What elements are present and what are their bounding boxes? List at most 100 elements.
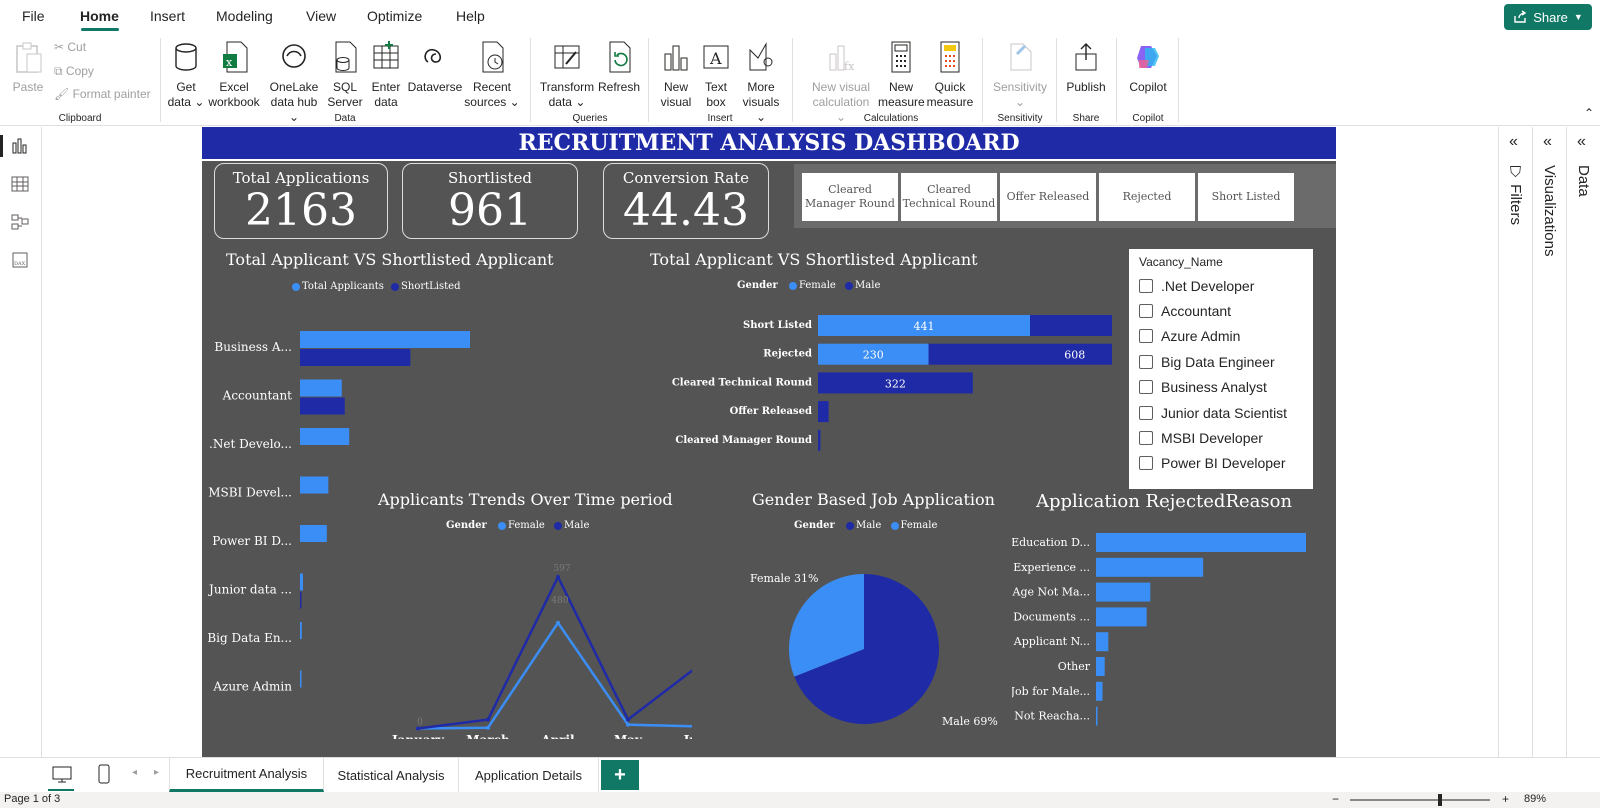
tab-application-details[interactable]: Application Details bbox=[459, 758, 599, 792]
mobile-layout-icon[interactable] bbox=[98, 764, 110, 784]
expand-icon[interactable]: « bbox=[1577, 133, 1586, 151]
vacancy-option[interactable]: MSBI Developer bbox=[1139, 425, 1303, 450]
add-page-button[interactable]: + bbox=[601, 760, 639, 790]
slicer-tile-offer-released[interactable]: Offer Released bbox=[1000, 173, 1096, 221]
chart-rejected-reason[interactable]: Education D... Experience ... Age Not Ma..… bbox=[1012, 525, 1336, 735]
enter-data-label: Enter bbox=[371, 80, 401, 94]
kpi-card-total-applications[interactable]: Total Applications 2163 bbox=[214, 163, 388, 239]
vacancy-option[interactable]: Big Data Engineer bbox=[1139, 349, 1303, 374]
vacancy-option[interactable]: .Net Developer bbox=[1139, 273, 1303, 298]
checkbox[interactable] bbox=[1139, 354, 1153, 369]
excel-workbook-button[interactable]: x Excel workbook bbox=[206, 34, 262, 110]
new-measure-button[interactable]: New measure bbox=[878, 34, 925, 110]
visualizations-pane[interactable]: « Visualizations bbox=[1532, 127, 1566, 757]
zoom-slider[interactable] bbox=[1350, 799, 1490, 801]
table-view-icon[interactable] bbox=[11, 175, 29, 193]
desktop-layout-icon[interactable] bbox=[52, 766, 72, 784]
refresh-button[interactable]: Refresh bbox=[596, 34, 642, 95]
scroll-left-icon[interactable]: ◂ bbox=[132, 767, 137, 778]
cut-button[interactable]: ✂ Cut bbox=[54, 40, 86, 54]
new-visual-button[interactable]: New visual bbox=[656, 34, 696, 110]
slicer-tile-cleared-manager-round[interactable]: Cleared Manager Round bbox=[802, 173, 898, 221]
checkbox[interactable] bbox=[1139, 329, 1153, 344]
dax-query-view-icon[interactable]: DAX bbox=[11, 251, 29, 269]
onelake-button[interactable]: OneLake data hub ⌄ bbox=[266, 34, 322, 125]
zoom-in-icon[interactable]: + bbox=[1502, 792, 1509, 806]
vacancy-option[interactable]: Business Analyst bbox=[1139, 375, 1303, 400]
copy-button[interactable]: ⧉ Copy bbox=[54, 64, 94, 79]
filters-pane[interactable]: « ⛉ Filters bbox=[1498, 127, 1532, 757]
menu-help[interactable]: Help bbox=[456, 8, 485, 24]
menu-view[interactable]: View bbox=[306, 8, 336, 24]
legend-item-shortlisted[interactable]: ShortListed bbox=[401, 281, 460, 292]
slicer-tile-rejected[interactable]: Rejected bbox=[1099, 173, 1195, 221]
legend-item-female[interactable]: Female bbox=[508, 520, 545, 531]
menu-home[interactable]: Home bbox=[80, 8, 119, 24]
checkbox[interactable] bbox=[1139, 278, 1153, 293]
get-data-button[interactable]: Get data ⌄ bbox=[166, 34, 206, 110]
slicer-tile-short-listed[interactable]: Short Listed bbox=[1198, 173, 1294, 221]
tab-recruitment-analysis[interactable]: Recruitment Analysis bbox=[169, 758, 324, 792]
legend-item-male[interactable]: Male bbox=[856, 520, 881, 531]
legend-item-male[interactable]: Male bbox=[564, 520, 589, 531]
vacancy-option[interactable]: Power BI Developer bbox=[1139, 451, 1303, 476]
collapse-ribbon-icon[interactable]: ⌃ bbox=[1584, 106, 1594, 120]
quick-measure-button[interactable]: Quick measure bbox=[926, 34, 974, 110]
slicer-tile-cleared-technical-round[interactable]: Cleared Technical Round bbox=[901, 173, 997, 221]
expand-icon[interactable]: « bbox=[1509, 133, 1518, 151]
recent-label: Recent bbox=[472, 80, 512, 94]
copilot-button[interactable]: Copilot bbox=[1124, 34, 1172, 95]
zoom-slider-thumb[interactable] bbox=[1438, 794, 1442, 806]
vacancy-option[interactable]: Junior data Scientist bbox=[1139, 400, 1303, 425]
zoom-out-icon[interactable]: − bbox=[1332, 792, 1339, 806]
recent-sources-button[interactable]: Recent sources ⌄ bbox=[464, 34, 520, 110]
new-visual-calculation-button[interactable]: fx New visual calculation ⌄ bbox=[806, 34, 876, 125]
more-visuals-button[interactable]: More visuals ⌄ bbox=[736, 34, 786, 125]
vacancy-option[interactable]: Azure Admin bbox=[1139, 324, 1303, 349]
enter-data-button[interactable]: Enter data bbox=[366, 34, 406, 110]
kpi-card-conversion-rate[interactable]: Conversion Rate 44.43 bbox=[603, 163, 769, 239]
tab-statistical-analysis[interactable]: Statistical Analysis bbox=[324, 758, 459, 792]
chart-title-applicant-vs-shortlisted: Total Applicant VS Shortlisted Applicant bbox=[226, 250, 554, 269]
data-group-label: Data bbox=[334, 113, 356, 124]
data-pane[interactable]: « Data bbox=[1566, 127, 1600, 757]
sql-server-button[interactable]: SQL Server bbox=[324, 34, 366, 110]
menu-modeling[interactable]: Modeling bbox=[216, 8, 273, 24]
format-painter-button[interactable]: 🖌 Format painter bbox=[54, 87, 151, 101]
sql-label: SQL bbox=[332, 80, 357, 94]
legend-item-female[interactable]: Female bbox=[901, 520, 938, 531]
checkbox[interactable] bbox=[1139, 304, 1153, 319]
scroll-right-icon[interactable]: ▸ bbox=[154, 767, 159, 778]
chart-title-rejected-reason: Application RejectedReason bbox=[1036, 491, 1293, 512]
share-button[interactable]: Share ▼ bbox=[1504, 4, 1592, 30]
legend-item-female[interactable]: Female bbox=[799, 280, 836, 291]
data-pane-label: Data bbox=[1575, 165, 1592, 197]
legend-item-total-applicants[interactable]: Total Applicants bbox=[302, 281, 384, 292]
checkbox[interactable] bbox=[1139, 431, 1153, 446]
text-box-button[interactable]: A Text box bbox=[698, 34, 734, 110]
menu-insert[interactable]: Insert bbox=[150, 8, 185, 24]
paste-button[interactable]: Paste bbox=[10, 34, 46, 95]
checkbox[interactable] bbox=[1139, 380, 1153, 395]
menu-file[interactable]: File bbox=[22, 8, 45, 24]
legend-item-male[interactable]: Male bbox=[855, 280, 880, 291]
chart-status-by-gender[interactable]: Short Listed441520Rejected230608Cleared … bbox=[492, 307, 1112, 467]
quick-measure-icon bbox=[940, 41, 960, 73]
expand-icon[interactable]: « bbox=[1543, 133, 1552, 151]
model-view-icon[interactable] bbox=[11, 213, 29, 231]
layout-selected-indicator bbox=[48, 789, 74, 791]
chart-gender-pie[interactable]: Male 69% Female 31% bbox=[732, 539, 1012, 729]
transform-data-button[interactable]: Transform data ⌄ bbox=[538, 34, 596, 110]
dataverse-button[interactable]: Dataverse bbox=[406, 34, 464, 95]
chart-applicants-trends[interactable]: 597250048010JanuaryMarchAprilMayJune bbox=[352, 539, 692, 739]
publish-button[interactable]: Publish bbox=[1062, 34, 1110, 95]
menu-optimize[interactable]: Optimize bbox=[367, 8, 422, 24]
checkbox[interactable] bbox=[1139, 456, 1153, 471]
divider bbox=[1178, 38, 1179, 122]
report-view-icon[interactable] bbox=[11, 137, 29, 155]
kpi-card-shortlisted[interactable]: Shortlisted 961 bbox=[402, 163, 578, 239]
checkbox[interactable] bbox=[1139, 405, 1153, 420]
vacancy-option[interactable]: Accountant bbox=[1139, 298, 1303, 323]
sensitivity-button[interactable]: Sensitivity ⌄ bbox=[990, 34, 1050, 110]
vacancy-option-label: Power BI Developer bbox=[1161, 455, 1286, 472]
